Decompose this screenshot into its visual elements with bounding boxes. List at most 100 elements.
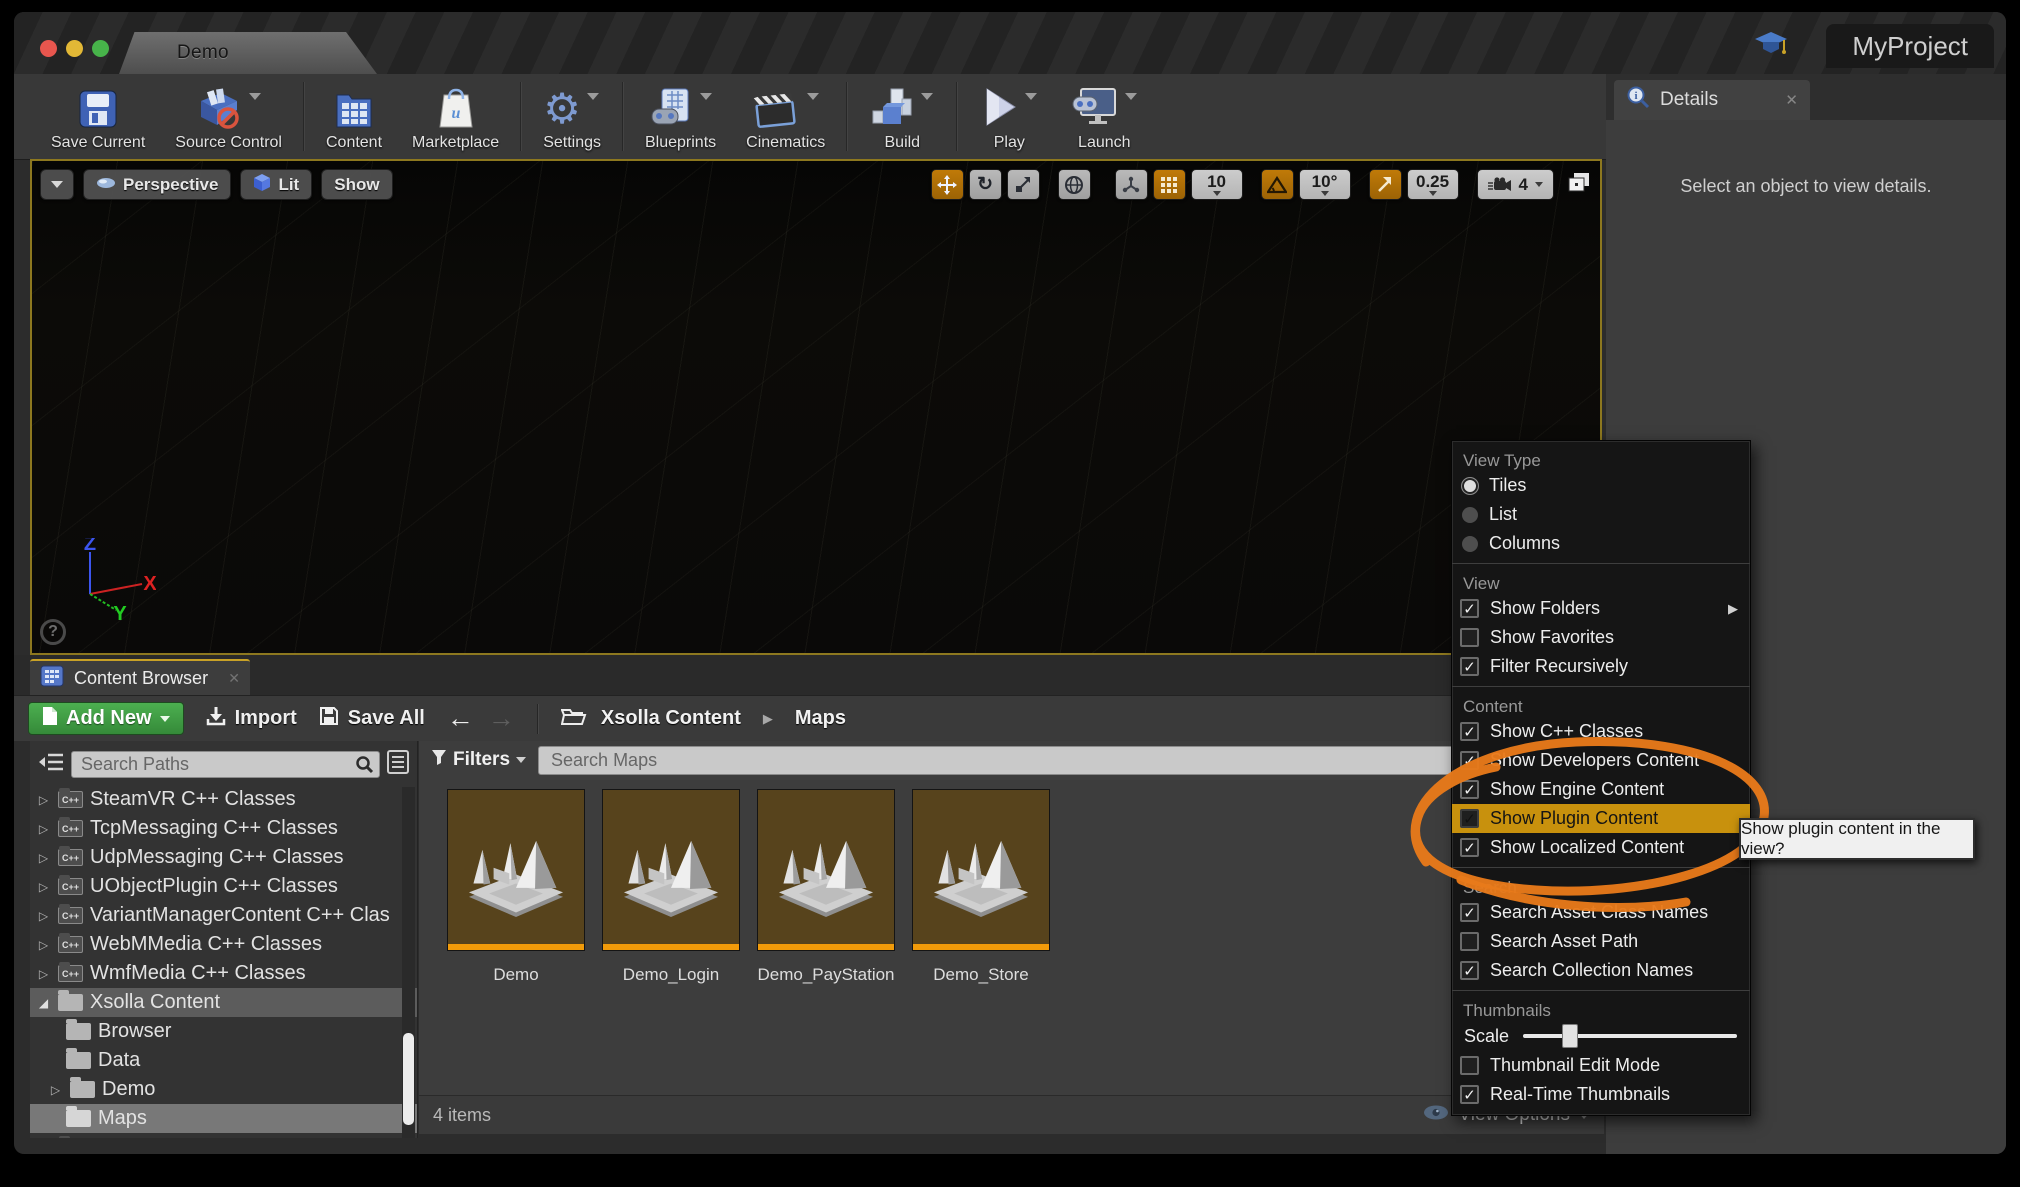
import-button[interactable]: Import (206, 706, 297, 732)
tree-item[interactable]: ▷VariantManagerContent C++ Clas (30, 901, 417, 930)
tree-scrollbar-thumb[interactable] (403, 1033, 414, 1125)
expand-arrow-icon[interactable]: ▷ (36, 880, 51, 894)
rotate-tool-button[interactable]: ↻ (969, 169, 1002, 200)
menu-item-thumbnail-edit-mode[interactable]: Thumbnail Edit Mode (1452, 1051, 1750, 1080)
settings-dropdown[interactable] (587, 93, 599, 100)
maximize-viewport-button[interactable] (1566, 171, 1592, 200)
asset-item[interactable]: Demo (447, 789, 585, 985)
search-assets-box[interactable] (538, 746, 1596, 775)
expand-arrow-icon[interactable]: ▷ (36, 822, 51, 836)
expand-arrow-icon[interactable]: ▷ (36, 938, 51, 952)
asset-thumbnail-level[interactable] (602, 789, 740, 951)
expand-arrow-icon[interactable]: ▷ (36, 793, 51, 807)
tree-item-maps-selected[interactable]: Maps (30, 1104, 417, 1133)
menu-item-tiles[interactable]: Tiles (1452, 471, 1750, 500)
save-current-button[interactable]: Save Current (36, 74, 160, 159)
menu-item-show-folders[interactable]: ✓Show Folders▶ (1452, 594, 1750, 623)
menu-item-show-localized-content[interactable]: ✓Show Localized Content (1452, 833, 1750, 862)
scale-snap-toggle-button[interactable] (1369, 169, 1402, 200)
breadcrumb-root[interactable]: Xsolla Content (601, 707, 741, 730)
grid-snap-toggle-button[interactable] (1153, 169, 1186, 200)
build-dropdown[interactable] (921, 93, 933, 100)
details-close-icon[interactable]: ✕ (1785, 91, 1798, 109)
tree-item[interactable]: ▷Xsolla C++ Classes (30, 1133, 417, 1138)
search-assets-input[interactable] (538, 746, 1596, 775)
tree-item[interactable]: ▷UObjectPlugin C++ Classes (30, 872, 417, 901)
tree-item[interactable]: ▷Demo (30, 1075, 417, 1104)
tree-item[interactable]: Data (30, 1046, 417, 1075)
menu-item-real-time-thumbnails[interactable]: ✓Real-Time Thumbnails (1452, 1080, 1750, 1109)
world-local-toggle-button[interactable] (1058, 169, 1091, 200)
level-tab[interactable]: Demo (119, 32, 377, 74)
back-button[interactable]: ← (447, 705, 474, 732)
tree-item[interactable]: ▷TcpMessaging C++ Classes (30, 814, 417, 843)
tree-item[interactable]: ▷WmfMedia C++ Classes (30, 959, 417, 988)
tree-item[interactable]: ▷UdpMessaging C++ Classes (30, 843, 417, 872)
play-dropdown[interactable] (1025, 93, 1037, 100)
cinematics-dropdown[interactable] (807, 93, 819, 100)
play-button[interactable]: Play (964, 74, 1054, 159)
collapse-arrow-icon[interactable]: ◢ (36, 996, 51, 1010)
thumbnail-scale-slider[interactable] (1523, 1034, 1737, 1038)
grid-snap-value-dropdown[interactable]: 10 (1191, 169, 1243, 200)
menu-item-show-engine-content[interactable]: ✓Show Engine Content (1452, 775, 1750, 804)
level-viewport[interactable]: Perspective Lit Show ↻ (30, 159, 1602, 655)
view-mode-button[interactable]: Lit (240, 169, 312, 200)
tree-item[interactable]: Browser (30, 1017, 417, 1046)
show-flags-button[interactable]: Show (321, 169, 392, 200)
asset-thumbnail-level[interactable] (912, 789, 1050, 951)
settings-button[interactable]: ⚙ Settings (528, 74, 616, 159)
menu-item-show-plugin-content[interactable]: ✓Show Plugin Content (1452, 804, 1750, 833)
menu-item-list[interactable]: List (1452, 500, 1750, 529)
scale-tool-button[interactable] (1007, 169, 1040, 200)
save-all-button[interactable]: Save All (319, 706, 425, 732)
content-browser-close-icon[interactable]: ✕ (228, 670, 240, 687)
blueprints-button[interactable]: Blueprints (630, 74, 731, 159)
menu-item-search-asset-path[interactable]: Search Asset Path (1452, 927, 1750, 956)
blueprints-dropdown[interactable] (700, 93, 712, 100)
asset-item[interactable]: Demo_Store (912, 789, 1050, 985)
filters-button[interactable]: Filters (431, 749, 526, 771)
asset-item[interactable]: Demo_Login (602, 789, 740, 985)
sources-toggle-icon[interactable] (38, 751, 64, 778)
list-view-icon[interactable] (387, 750, 409, 779)
close-window-button[interactable] (40, 40, 57, 57)
scale-snap-value-dropdown[interactable]: 0.25 (1407, 169, 1459, 200)
rotation-snap-value-dropdown[interactable]: 10° (1299, 169, 1351, 200)
expand-arrow-icon[interactable]: ▷ (36, 909, 51, 923)
camera-mode-button[interactable]: Perspective (83, 169, 231, 200)
zoom-window-button[interactable] (92, 40, 109, 57)
cinematics-button[interactable]: Cinematics (731, 74, 840, 159)
breadcrumb-current[interactable]: Maps (795, 707, 846, 730)
menu-item-filter-recursively[interactable]: ✓Filter Recursively (1452, 652, 1750, 681)
content-button[interactable]: Content (311, 74, 397, 159)
help-icon[interactable]: ? (40, 619, 66, 645)
menu-item-show-developers-content[interactable]: ✓Show Developers Content (1452, 746, 1750, 775)
tree-item-xsolla-content[interactable]: ◢Xsolla Content (30, 988, 417, 1017)
launch-button[interactable]: Launch (1054, 74, 1154, 159)
build-button[interactable]: Build (854, 74, 950, 159)
menu-item-show-cpp-classes[interactable]: ✓Show C++ Classes (1452, 717, 1750, 746)
menu-item-search-asset-class-names[interactable]: ✓Search Asset Class Names (1452, 898, 1750, 927)
source-control-button[interactable]: Source Control (160, 74, 297, 159)
source-control-dropdown[interactable] (249, 93, 261, 100)
menu-item-show-favorites[interactable]: Show Favorites (1452, 623, 1750, 652)
marketplace-button[interactable]: u Marketplace (397, 74, 514, 159)
rotation-snap-toggle-button[interactable] (1261, 169, 1294, 200)
expand-arrow-icon[interactable]: ▷ (48, 1083, 63, 1097)
translate-tool-button[interactable] (931, 169, 964, 200)
search-paths-box[interactable] (71, 751, 380, 778)
expand-arrow-icon[interactable]: ▷ (36, 851, 51, 865)
tree-item[interactable]: ▷SteamVR C++ Classes (30, 785, 417, 814)
asset-thumbnail-level[interactable] (757, 789, 895, 951)
expand-arrow-icon[interactable]: ▷ (36, 967, 51, 981)
menu-item-columns[interactable]: Columns (1452, 529, 1750, 558)
asset-thumbnail-level[interactable] (447, 789, 585, 951)
search-paths-input[interactable] (71, 751, 380, 778)
add-new-button[interactable]: Add New (28, 702, 184, 735)
asset-item[interactable]: Demo_PayStation (757, 789, 895, 985)
tab-content-browser[interactable]: Content Browser ✕ (30, 659, 250, 695)
launch-dropdown[interactable] (1125, 93, 1137, 100)
surface-snapping-button[interactable] (1115, 169, 1148, 200)
slider-handle[interactable] (1562, 1024, 1578, 1048)
